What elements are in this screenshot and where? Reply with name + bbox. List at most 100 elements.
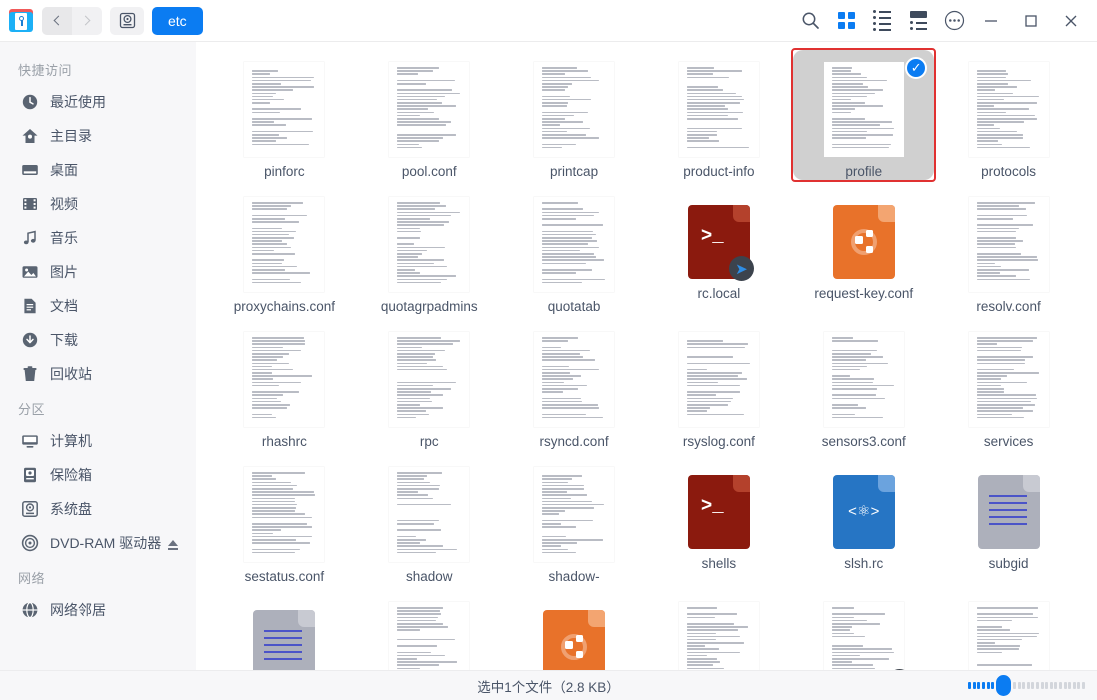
- file-item[interactable]: rsyncd.conf: [503, 320, 645, 450]
- file-item[interactable]: protocols: [938, 50, 1079, 180]
- file-tile[interactable]: printcap: [503, 50, 645, 180]
- more-options-button[interactable]: [937, 4, 971, 38]
- file-item[interactable]: [938, 590, 1079, 670]
- zoom-slider[interactable]: [968, 671, 1085, 700]
- file-tile[interactable]: quotagrpadmins: [358, 185, 500, 315]
- file-tile[interactable]: sestatus.conf: [214, 455, 355, 585]
- sidebar-item-4-s1[interactable]: 视频: [6, 187, 190, 221]
- file-item[interactable]: ➤: [793, 590, 935, 670]
- sidebar-item-3-s1[interactable]: 桌面: [6, 153, 190, 187]
- file-tile[interactable]: rsyncd.conf: [503, 320, 645, 450]
- file-tile[interactable]: pool.conf: [358, 50, 500, 180]
- file-tile[interactable]: subgid: [938, 455, 1079, 585]
- file-item[interactable]: rsyslog.conf: [648, 320, 790, 450]
- file-tile[interactable]: resolv.conf: [938, 185, 1079, 315]
- file-item[interactable]: quotatab: [503, 185, 645, 315]
- file-tile[interactable]: shadow: [358, 455, 500, 585]
- body: 快捷访问 最近使用 主目录 桌面 视频 音乐 图片 文档 下载 回收站 分区 计算机 保险箱 系统盘 DVD…: [0, 42, 1097, 670]
- zoom-track-right[interactable]: [1013, 682, 1085, 689]
- file-item[interactable]: rhashrc: [214, 320, 355, 450]
- file-tile[interactable]: quotatab: [503, 185, 645, 315]
- file-item[interactable]: product-info: [648, 50, 790, 180]
- file-item[interactable]: request-key.conf: [793, 185, 935, 315]
- grid-view-button[interactable]: [829, 4, 863, 38]
- file-tile[interactable]: protocols: [938, 50, 1079, 180]
- file-tile[interactable]: product-info: [648, 50, 790, 180]
- file-item[interactable]: [214, 590, 355, 670]
- file-tile[interactable]: proxychains.conf: [214, 185, 355, 315]
- file-tile[interactable]: [648, 590, 790, 670]
- file-tile[interactable]: >_ ➤ rc.local: [648, 185, 790, 315]
- file-tile[interactable]: request-key.conf: [793, 185, 935, 315]
- file-item[interactable]: printcap: [503, 50, 645, 180]
- list-view-button[interactable]: [865, 4, 899, 38]
- zoom-segment: [1040, 682, 1044, 689]
- sidebar-item-4-s2[interactable]: DVD-RAM 驱动器: [6, 526, 190, 560]
- maximize-button[interactable]: [1011, 4, 1051, 38]
- back-button[interactable]: [42, 6, 72, 35]
- sidebar-item-9-s1[interactable]: 回收站: [6, 357, 190, 391]
- file-tile[interactable]: [358, 590, 500, 670]
- file-tile[interactable]: pinforc: [214, 50, 355, 180]
- detail-view-button[interactable]: [901, 4, 935, 38]
- file-name-label: rsyncd.conf: [539, 434, 609, 450]
- file-tile[interactable]: >_ shells: [648, 455, 790, 585]
- sidebar-item-2-s2[interactable]: 保险箱: [6, 458, 190, 492]
- text-preview-thumbnail: [678, 602, 759, 670]
- file-item-selected[interactable]: profile ✓: [791, 48, 937, 182]
- file-tile[interactable]: [503, 590, 645, 670]
- file-item[interactable]: [648, 590, 790, 670]
- file-item[interactable]: >_ ➤ rc.local: [648, 185, 790, 315]
- file-item[interactable]: [358, 590, 500, 670]
- forward-button[interactable]: [72, 7, 102, 35]
- file-item[interactable]: [503, 590, 645, 670]
- file-tile[interactable]: rhashrc: [214, 320, 355, 450]
- zoom-segment: [1059, 682, 1063, 689]
- file-item[interactable]: resolv.conf: [938, 185, 1079, 315]
- file-item[interactable]: pool.conf: [358, 50, 500, 180]
- sidebar-item-1-s2[interactable]: 计算机: [6, 424, 190, 458]
- file-item[interactable]: sensors3.conf: [793, 320, 935, 450]
- file-tile[interactable]: shadow-: [503, 455, 645, 585]
- sidebar-item-1-s1[interactable]: 最近使用: [6, 85, 190, 119]
- file-item[interactable]: sestatus.conf: [214, 455, 355, 585]
- sidebar-item-6-s1[interactable]: 图片: [6, 255, 190, 289]
- sidebar-item-5-s1[interactable]: 音乐: [6, 221, 190, 255]
- file-item[interactable]: pinforc: [214, 50, 355, 180]
- zoom-track-left[interactable]: [968, 682, 995, 689]
- breadcrumb-disk-button[interactable]: [110, 6, 144, 35]
- sidebar-item-8-s1[interactable]: 下载: [6, 323, 190, 357]
- close-button[interactable]: [1051, 4, 1091, 38]
- zoom-segment: [1026, 682, 1030, 689]
- sidebar-item-2-s1[interactable]: 主目录: [6, 119, 190, 153]
- sidebar-item-7-s1[interactable]: 文档: [6, 289, 190, 323]
- file-area[interactable]: pinforc pool.conf printcap product-info prof…: [196, 42, 1097, 670]
- file-tile[interactable]: [938, 590, 1079, 670]
- file-item[interactable]: shadow-: [503, 455, 645, 585]
- file-item[interactable]: proxychains.conf: [214, 185, 355, 315]
- file-tile[interactable]: [214, 590, 355, 670]
- search-button[interactable]: [793, 4, 827, 38]
- file-tile[interactable]: sensors3.conf: [793, 320, 935, 450]
- file-item[interactable]: services: [938, 320, 1079, 450]
- zoom-segment: [968, 682, 972, 689]
- sidebar-item-3-s2[interactable]: 系统盘: [6, 492, 190, 526]
- text-preview-thumbnail: [678, 62, 759, 158]
- file-item[interactable]: quotagrpadmins: [358, 185, 500, 315]
- minimize-button[interactable]: [971, 4, 1011, 38]
- file-item[interactable]: <⚛> slsh.rc: [793, 455, 935, 585]
- file-tile[interactable]: services: [938, 320, 1079, 450]
- breadcrumb-current[interactable]: etc: [152, 6, 203, 35]
- file-tile[interactable]: ➤: [793, 590, 935, 670]
- text-preview-thumbnail: [389, 332, 470, 428]
- file-tile[interactable]: <⚛> slsh.rc: [793, 455, 935, 585]
- file-item[interactable]: rpc: [358, 320, 500, 450]
- zoom-handle[interactable]: [996, 675, 1012, 696]
- file-item[interactable]: subgid: [938, 455, 1079, 585]
- file-tile[interactable]: rpc: [358, 320, 500, 450]
- file-item[interactable]: >_ shells: [648, 455, 790, 585]
- file-item[interactable]: shadow: [358, 455, 500, 585]
- sidebar-item-1-s3[interactable]: 网络邻居: [6, 593, 190, 627]
- eject-icon[interactable]: [168, 540, 178, 550]
- file-tile[interactable]: rsyslog.conf: [648, 320, 790, 450]
